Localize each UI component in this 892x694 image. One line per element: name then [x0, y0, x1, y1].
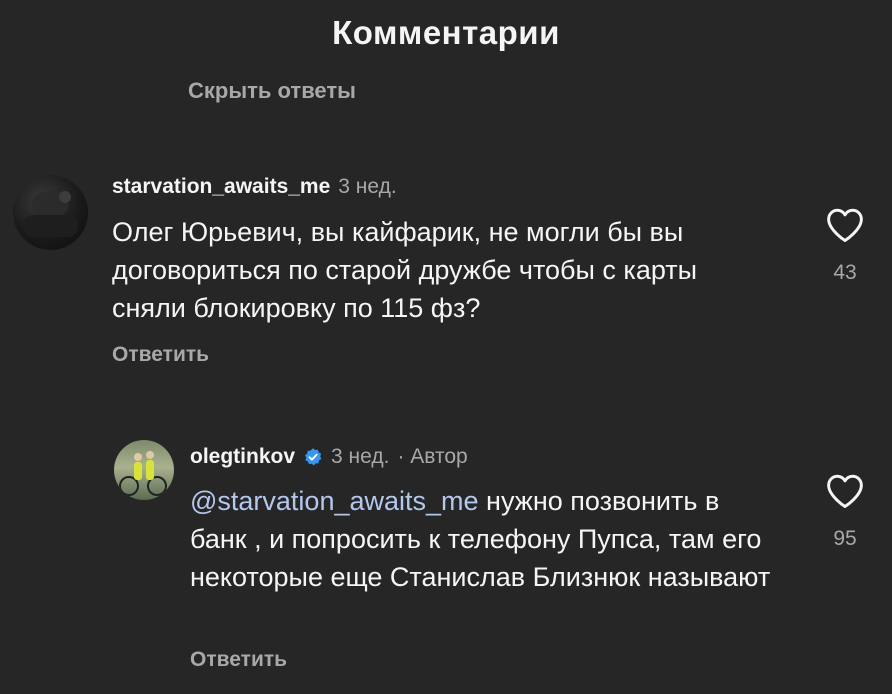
avatar[interactable] [114, 440, 174, 500]
like-button[interactable]: 43 [815, 207, 875, 285]
comment-header: starvation_awaits_me 3 нед. [112, 175, 397, 199]
comment-username[interactable]: starvation_awaits_me [112, 175, 330, 199]
heart-icon [827, 474, 863, 509]
avatar[interactable] [13, 175, 88, 250]
comment-header: olegtinkov 3 нед. · Автор [190, 445, 468, 469]
like-count: 43 [833, 261, 857, 284]
avatar-image [23, 191, 78, 237]
hide-replies-label: Скрыть ответы [188, 82, 356, 103]
author-label: · Автор [397, 445, 468, 468]
reply-button[interactable]: Ответить [190, 648, 287, 672]
comment-time: 3 нед. [338, 175, 397, 198]
comment-text: Олег Юрьевич, вы кайфарик, не могли бы в… [112, 217, 698, 323]
reply-button[interactable]: Ответить [112, 343, 209, 367]
like-count: 95 [833, 527, 857, 550]
avatar-image [119, 451, 167, 496]
mention-link[interactable]: @starvation_awaits_me [190, 486, 479, 516]
page-title: Комментарии [332, 14, 560, 51]
comment-text: @starvation_awaits_me нужно позвонить в … [190, 482, 780, 596]
verified-badge-icon [305, 448, 322, 466]
comment-time: 3 нед. [331, 445, 390, 468]
comment-username[interactable]: olegtinkov [190, 445, 295, 469]
like-button[interactable]: 95 [815, 473, 875, 551]
hide-replies-button[interactable]: Скрыть ответы [188, 82, 408, 104]
heart-icon [827, 208, 863, 243]
